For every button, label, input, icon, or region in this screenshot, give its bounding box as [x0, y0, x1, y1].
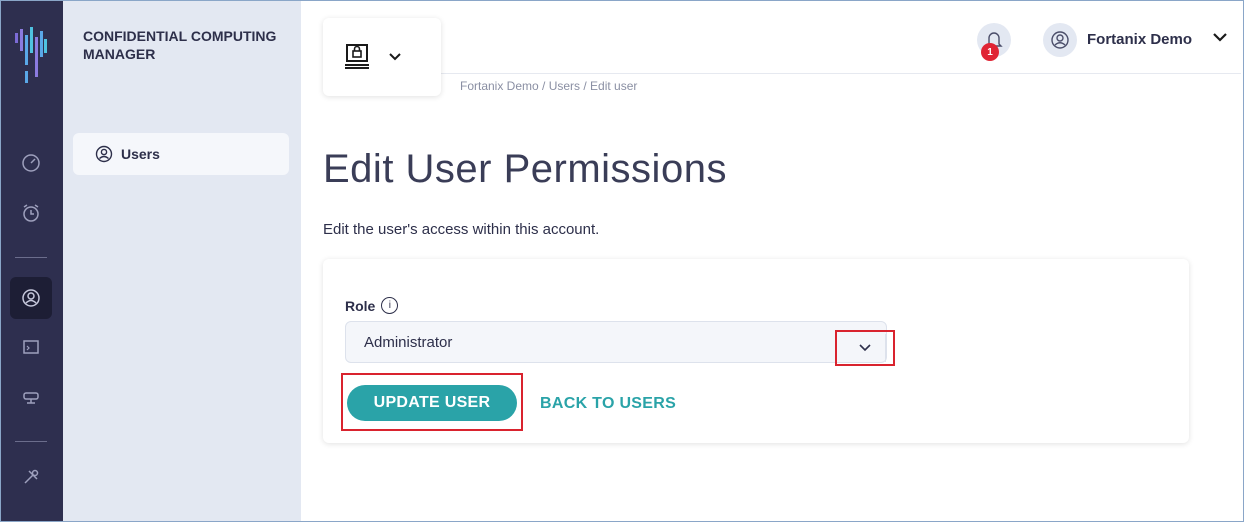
icon-rail	[1, 1, 63, 521]
role-select-toggle[interactable]	[835, 330, 895, 366]
secure-computer-icon	[345, 44, 369, 69]
info-icon[interactable]: i	[381, 297, 399, 314]
chevron-down-icon	[859, 344, 871, 352]
user-menu-name[interactable]: Fortanix Demo	[1087, 31, 1192, 48]
header-divider	[441, 73, 1241, 74]
terminal-icon[interactable]	[15, 331, 47, 363]
sidebar-item-users[interactable]: Users	[73, 133, 289, 175]
avatar[interactable]	[1043, 23, 1077, 57]
brand-title: CONFIDENTIAL COMPUTING MANAGER	[83, 28, 277, 62]
users-icon[interactable]	[10, 277, 52, 319]
alarm-clock-icon[interactable]	[15, 197, 47, 229]
role-label-text: Role	[345, 297, 376, 314]
update-user-highlight: UPDATE USER	[341, 373, 523, 431]
dashboard-icon[interactable]	[15, 147, 47, 179]
sidebar: CONFIDENTIAL COMPUTING MANAGER Users	[63, 1, 301, 521]
logo-icon	[15, 27, 47, 83]
back-to-users-link[interactable]: BACK TO USERS	[540, 395, 676, 413]
node-icon[interactable]	[15, 381, 47, 413]
role-select-value: Administrator	[364, 333, 453, 351]
role-select[interactable]: Administrator	[345, 321, 887, 363]
page-title: Edit User Permissions	[323, 147, 727, 191]
user-circle-icon	[1051, 31, 1069, 49]
chevron-down-icon	[389, 53, 401, 61]
rail-divider	[15, 257, 47, 258]
notification-badge: 1	[981, 43, 999, 61]
app-switcher[interactable]	[323, 18, 441, 96]
edit-user-card: Role i Administrator UPDATE USER BACK TO…	[323, 259, 1189, 443]
role-label: Role i	[345, 297, 399, 314]
breadcrumb: Fortanix Demo / Users / Edit user	[460, 79, 638, 93]
chevron-down-icon[interactable]	[1213, 33, 1227, 42]
sidebar-item-label: Users	[121, 146, 160, 162]
update-user-button[interactable]: UPDATE USER	[347, 385, 517, 421]
rail-divider	[15, 441, 47, 442]
tools-icon[interactable]	[15, 461, 47, 493]
page-subtitle: Edit the user's access within this accou…	[323, 221, 600, 238]
main-content: Fortanix Demo / Users / Edit user 1 Fort…	[301, 1, 1243, 521]
user-circle-icon	[95, 145, 113, 163]
